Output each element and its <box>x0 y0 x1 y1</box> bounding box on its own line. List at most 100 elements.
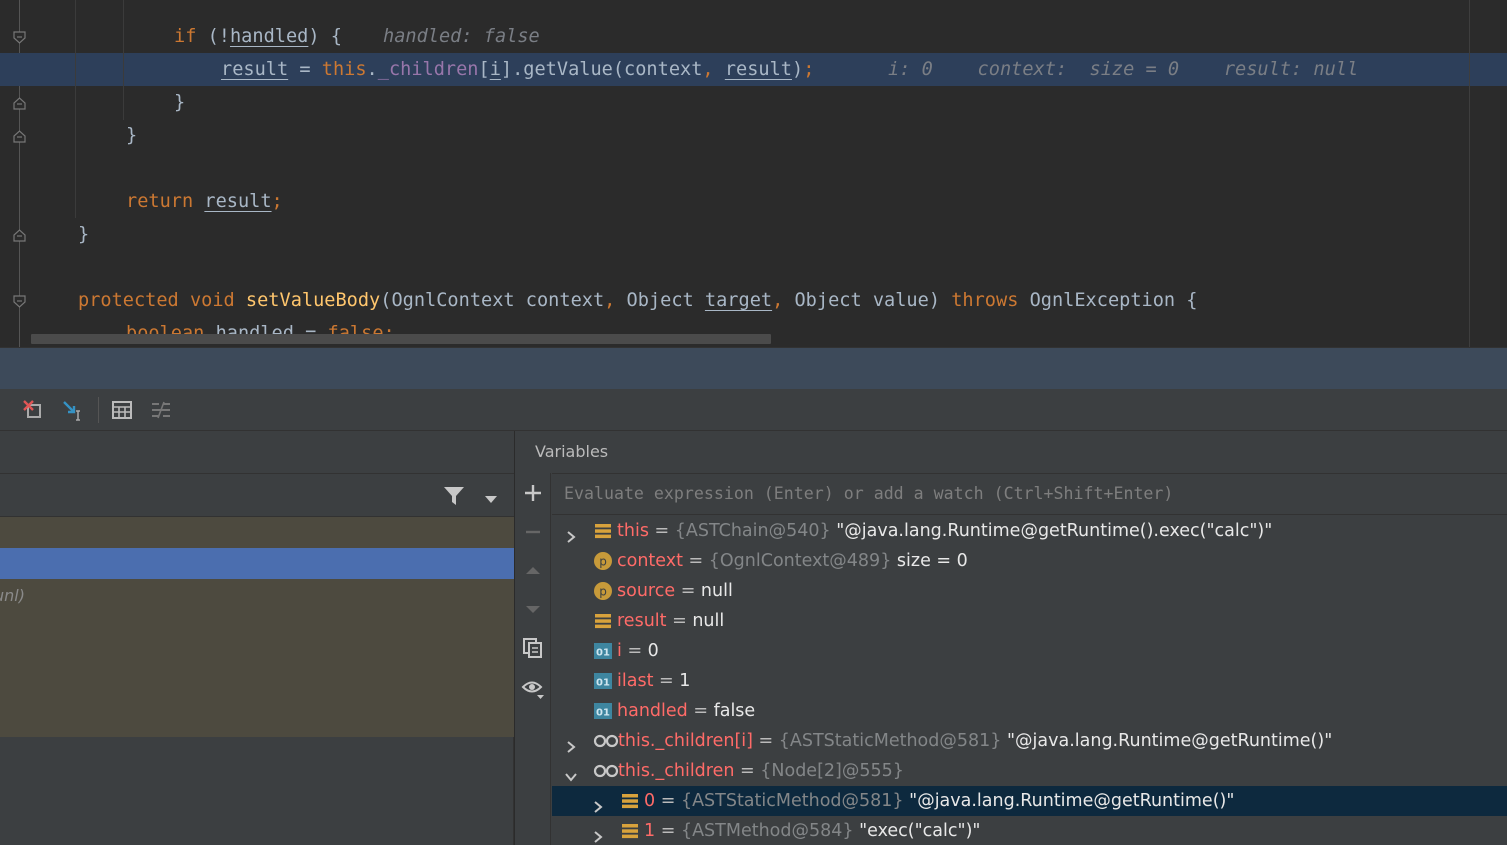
code-token: target <box>704 290 773 311</box>
equals-sign: = <box>653 671 680 691</box>
code-token: result <box>221 59 289 80</box>
expand-arrow-icon[interactable] <box>564 524 578 543</box>
code-token: ) { <box>308 26 342 47</box>
step-icon[interactable] <box>0 399 16 421</box>
equals-sign: = <box>734 761 761 781</box>
variable-name: 0 <box>644 791 656 811</box>
equals-sign: = <box>675 581 701 601</box>
variable-row[interactable]: this._children = {Node[2]@555} <box>552 756 1507 786</box>
copy-icon[interactable] <box>521 636 545 660</box>
horizontal-scrollbar[interactable] <box>31 334 771 344</box>
code-text: } <box>174 86 185 119</box>
svg-text:01: 01 <box>596 648 610 659</box>
filter-icon[interactable] <box>443 485 465 507</box>
remove-watch-icon[interactable] <box>521 520 545 544</box>
code-text: } <box>126 119 137 152</box>
code-line[interactable]: return result; <box>0 185 1470 218</box>
variable-type: {ASTMethod@584} <box>680 821 854 841</box>
drop-frame-icon[interactable] <box>22 399 44 421</box>
primitive-icon: 01 <box>593 701 613 721</box>
code-editor[interactable]: if (!handled) {handled: false result = th… <box>0 0 1507 347</box>
code-token: throws <box>951 290 1019 311</box>
svg-text:01: 01 <box>596 708 610 719</box>
execution-line[interactable]: result = this._children[i].getValue(cont… <box>0 53 1507 86</box>
move-up-icon[interactable] <box>521 559 545 583</box>
variable-type: {Node[2]@555} <box>760 761 904 781</box>
frames-filter-bar <box>0 473 514 517</box>
svg-text:p: p <box>599 585 607 599</box>
variables-panel: Variables Evaluate expression (Enter) or… <box>515 431 1507 845</box>
variable-row[interactable]: p source = null <box>552 576 1507 606</box>
svg-text:p: p <box>599 555 607 569</box>
code-token: , <box>702 59 714 80</box>
chevron-down-icon[interactable] <box>483 490 499 503</box>
code-token: , <box>604 290 616 311</box>
right-margin-guide <box>1469 0 1470 347</box>
field-icon <box>620 821 640 841</box>
expand-arrow-icon[interactable] <box>564 734 578 753</box>
code-token: setValueBody <box>245 290 381 311</box>
equals-sign: = <box>666 611 693 631</box>
expand-arrow-icon[interactable] <box>591 794 605 813</box>
move-down-icon[interactable] <box>521 597 545 621</box>
frames-list[interactable]: unl) <box>0 517 514 737</box>
code-token: OgnlException { <box>1018 290 1198 311</box>
collapse-arrow-icon[interactable] <box>564 764 578 782</box>
parameter-icon: p <box>593 581 613 601</box>
code-line[interactable] <box>0 251 1470 284</box>
variable-row-selected[interactable]: 0 = {ASTStaticMethod@581} "@java.lang.Ru… <box>552 786 1507 816</box>
frame-row[interactable] <box>0 517 514 548</box>
code-token: handled <box>229 26 309 47</box>
code-token: , <box>772 290 784 311</box>
variable-row[interactable]: p context = {OgnlContext@489} size = 0 <box>552 546 1507 576</box>
variable-text: this._children[i] = {ASTStaticMethod@581… <box>618 726 1332 756</box>
variable-name: this <box>617 521 649 541</box>
variable-value: "@java.lang.Runtime@getRuntime().exec("c… <box>836 521 1273 541</box>
evaluate-expression-input[interactable]: Evaluate expression (Enter) or add a wat… <box>552 473 1507 515</box>
variables-tree[interactable]: this = {ASTChain@540} "@java.lang.Runtim… <box>552 515 1507 845</box>
code-line[interactable]: if (!handled) {handled: false <box>0 20 1470 53</box>
variable-row[interactable]: result = null <box>552 606 1507 636</box>
variable-row[interactable]: this._children[i] = {ASTStaticMethod@581… <box>552 726 1507 756</box>
variable-value: null <box>692 611 725 631</box>
run-to-cursor-icon[interactable] <box>62 399 84 421</box>
equals-sign: = <box>687 701 714 721</box>
field-icon <box>593 521 613 541</box>
variable-row[interactable]: 01 i = 0 <box>552 636 1507 666</box>
variable-value: "@java.lang.Runtime@getRuntime()" <box>909 791 1235 811</box>
inline-debug-hint: handled: false <box>383 26 540 47</box>
code-line[interactable] <box>0 152 1470 185</box>
variable-text: context = {OgnlContext@489} size = 0 <box>617 546 968 576</box>
code-token: return <box>126 191 194 212</box>
expand-arrow-icon[interactable] <box>591 824 605 843</box>
variable-text: ilast = 1 <box>617 666 690 696</box>
evaluate-expression-icon[interactable] <box>111 399 133 421</box>
debug-toolbar <box>0 389 1507 431</box>
variable-text: source = null <box>617 576 733 606</box>
svg-text:01: 01 <box>596 678 610 689</box>
code-line[interactable]: } <box>0 119 1470 152</box>
variable-name: handled <box>617 701 688 721</box>
add-watch-icon[interactable] <box>521 481 545 505</box>
frame-row[interactable]: unl) <box>0 580 514 611</box>
variables-title: Variables <box>535 442 609 461</box>
equals-sign: = <box>655 791 681 811</box>
code-token: ) <box>791 59 804 80</box>
variables-side-toolbar <box>515 473 551 845</box>
inline-debug-hint: i: 0 context: size = 0 result: null <box>888 59 1359 80</box>
equals-sign: = <box>752 731 779 751</box>
field-icon <box>620 791 640 811</box>
watch-options-icon[interactable] <box>521 677 545 701</box>
variable-row[interactable]: this = {ASTChain@540} "@java.lang.Runtim… <box>552 516 1507 546</box>
code-line[interactable]: protected void setValueBody(OgnlContext … <box>0 284 1470 317</box>
variable-row[interactable]: 01 handled = false <box>552 696 1507 726</box>
trace-icon[interactable] <box>150 399 172 421</box>
code-text: } <box>78 218 89 251</box>
variable-row[interactable]: 01 ilast = 1 <box>552 666 1507 696</box>
variable-row[interactable]: 1 = {ASTMethod@584} "exec("calc")" <box>552 816 1507 845</box>
frame-row-selected[interactable] <box>0 548 514 579</box>
code-line[interactable]: } <box>0 218 1470 251</box>
code-text: return result; <box>126 185 283 218</box>
code-token: (! <box>196 26 230 47</box>
code-line[interactable]: } <box>0 86 1470 119</box>
